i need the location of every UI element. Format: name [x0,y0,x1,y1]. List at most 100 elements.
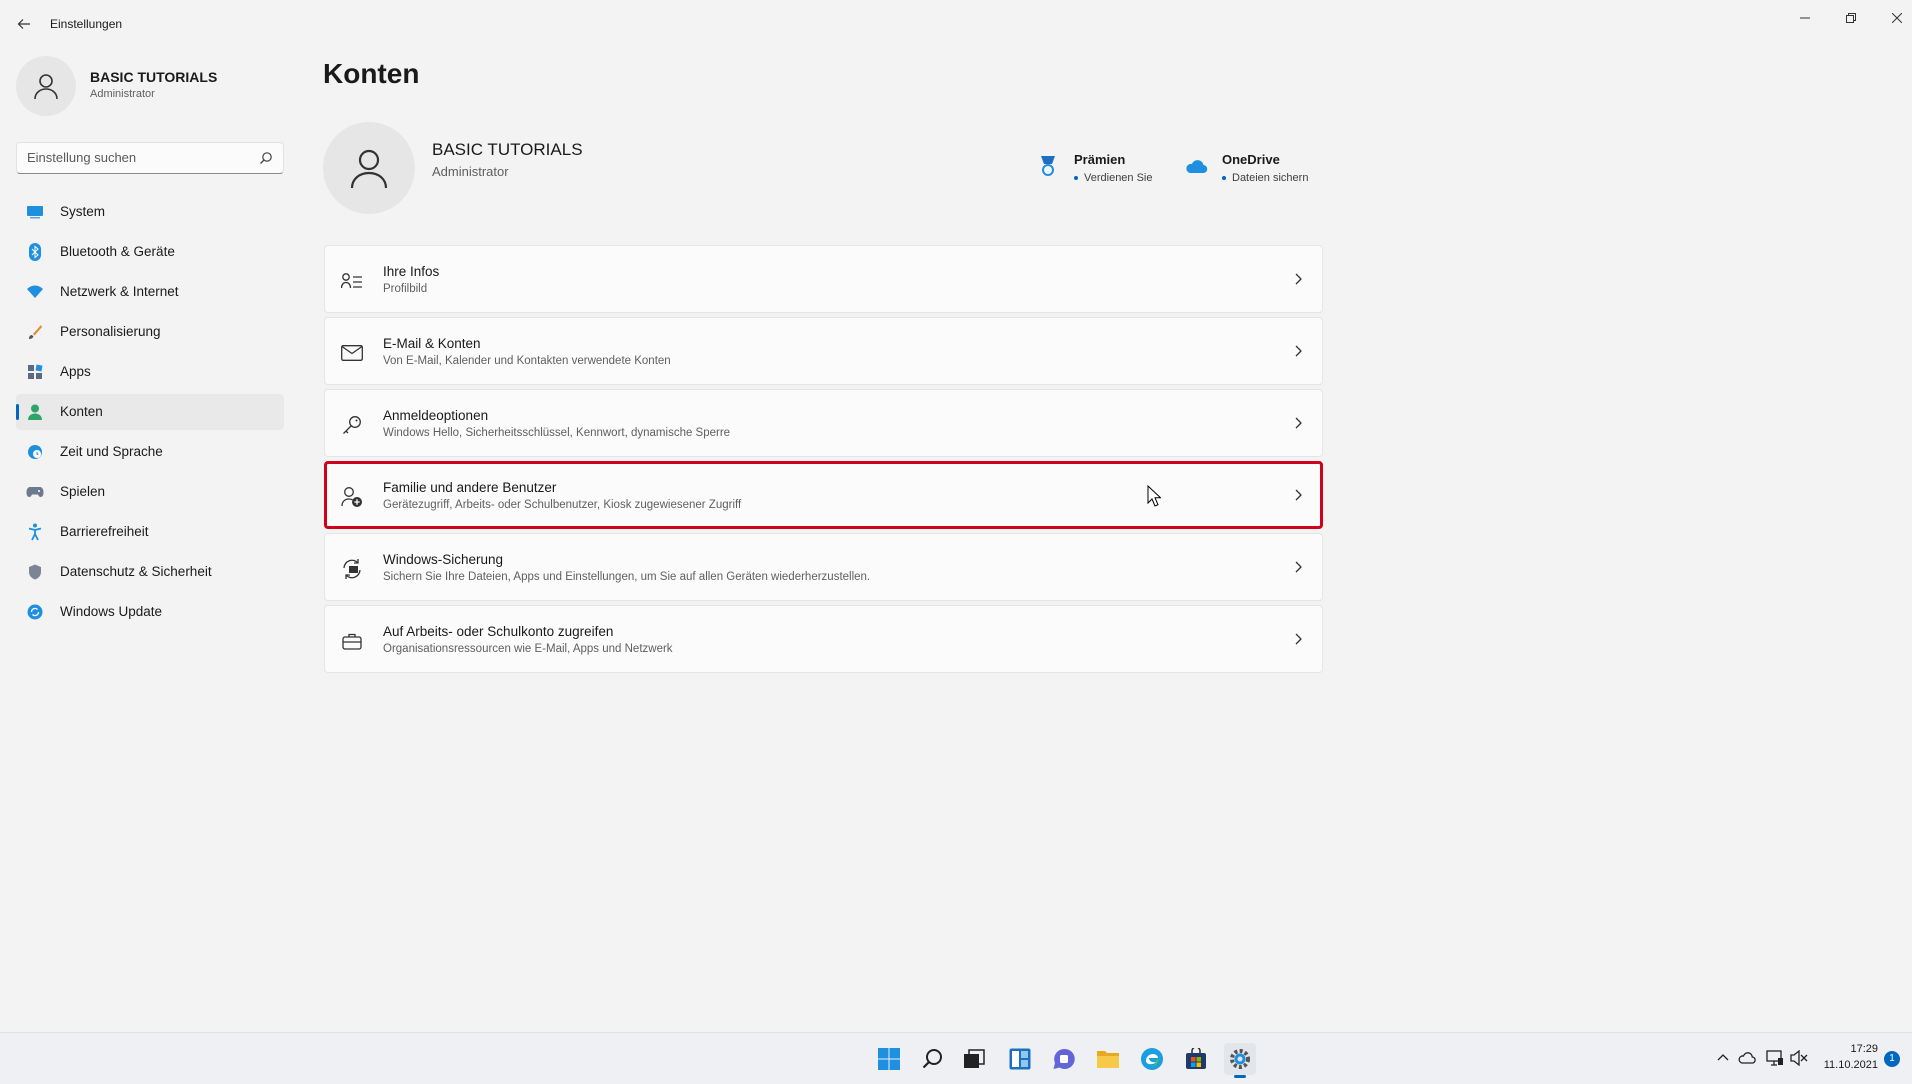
chevron-right-icon [1295,345,1302,357]
sidebar-item-network[interactable]: Netzwerk & Internet [16,274,284,310]
person-add-icon [341,486,363,508]
sidebar-item-time-language[interactable]: Zeit und Sprache [16,434,284,470]
search-box[interactable] [16,142,284,174]
task-view-button[interactable] [958,1043,990,1075]
minimize-icon [1800,17,1810,19]
taskbar: 17:29 11.10.2021 1 [0,1032,1912,1084]
taskbar-clock[interactable]: 17:29 11.10.2021 [1808,1041,1878,1073]
sidebar-item-label: Zeit und Sprache [60,444,163,459]
onedrive-title: OneDrive [1222,152,1280,167]
row-title: Anmeldeoptionen [383,408,489,423]
profile-name: BASIC TUTORIALS [90,69,218,85]
search-icon [922,1049,942,1069]
row-subtitle: Sichern Sie Ihre Dateien, Apps und Einst… [383,571,871,583]
row-windows-backup[interactable]: Windows-Sicherung Sichern Sie Ihre Datei… [324,533,1323,601]
tray-overflow-button[interactable] [1714,1049,1732,1067]
update-icon [26,603,44,621]
gamepad-icon [26,483,44,501]
start-button[interactable] [873,1043,905,1075]
widgets-icon [1009,1048,1031,1070]
widgets-button[interactable] [1004,1043,1036,1075]
app-title: Einstellungen [50,17,123,31]
row-subtitle: Gerätezugriff, Arbeits- oder Schulbenutz… [383,499,742,511]
sidebar-item-windows-update[interactable]: Windows Update [16,594,284,630]
row-title: Familie und andere Benutzer [383,480,557,495]
row-title: Auf Arbeits- oder Schulkonto zugreifen [383,624,614,639]
title-bar: Einstellungen [0,0,1912,48]
minimize-button[interactable] [1782,4,1828,32]
row-title: Windows-Sicherung [383,552,504,567]
taskbar-search-button[interactable] [917,1043,949,1075]
accessibility-icon [26,523,44,541]
notification-badge[interactable]: 1 [1884,1051,1900,1067]
sidebar-profile[interactable]: BASIC TUTORIALS Administrator [16,56,286,120]
restore-icon [1846,13,1856,23]
sidebar-item-apps[interactable]: Apps [16,354,284,390]
sidebar-item-bluetooth[interactable]: Bluetooth & Geräte [16,234,284,270]
sidebar-item-label: Datenschutz & Sicherheit [60,564,212,579]
sidebar-nav: System Bluetooth & Geräte Netzwerk & Int… [16,194,284,634]
row-work-school-account[interactable]: Auf Arbeits- oder Schulkonto zugreifen O… [324,605,1323,673]
onedrive-subtitle: Dateien sichern [1222,172,1308,184]
search-icon[interactable] [259,151,273,165]
chevron-right-icon [1295,633,1302,645]
sidebar-item-gaming[interactable]: Spielen [16,474,284,510]
store-icon [1186,1048,1206,1069]
chat-icon [1053,1048,1075,1069]
chevron-right-icon [1295,489,1302,501]
briefcase-icon [341,630,363,652]
search-input[interactable] [27,150,247,165]
sidebar-item-privacy[interactable]: Datenschutz & Sicherheit [16,554,284,590]
sidebar-item-system[interactable]: System [16,194,284,230]
key-icon [341,414,363,436]
profile-role: Administrator [90,88,155,100]
person-icon [26,403,44,421]
system-icon [26,203,44,221]
apps-icon [26,363,44,381]
person-icon [34,74,58,100]
row-sign-in-options[interactable]: Anmeldeoptionen Windows Hello, Sicherhei… [324,389,1323,457]
person-info-icon [341,270,363,292]
account-profile: BASIC TUTORIALS Administrator [323,122,1323,218]
network-icon [1766,1050,1783,1066]
store-button[interactable] [1180,1043,1212,1075]
edge-icon [1141,1048,1163,1070]
sidebar-item-personalization[interactable]: Personalisierung [16,314,284,350]
chevron-right-icon [1295,417,1302,429]
sidebar-item-label: Konten [60,404,103,419]
onedrive-link[interactable]: OneDrive Dateien sichern [1184,148,1324,192]
edge-button[interactable] [1136,1043,1168,1075]
restore-button[interactable] [1828,4,1874,32]
sidebar-item-label: Netzwerk & Internet [60,284,179,299]
settings-app-button[interactable] [1224,1043,1256,1078]
avatar [16,56,76,116]
file-explorer-button[interactable] [1092,1043,1124,1075]
clock-time: 17:29 [1850,1043,1878,1055]
avatar[interactable] [323,122,415,214]
rewards-icon [1041,156,1055,176]
sidebar-item-label: Spielen [60,484,106,499]
rewards-link[interactable]: Prämien Verdienen Sie [1036,148,1166,192]
row-email-accounts[interactable]: E-Mail & Konten Von E-Mail, Kalender und… [324,317,1323,385]
sidebar-item-label: Barrierefreiheit [60,524,149,539]
sidebar-item-label: Apps [60,364,91,379]
tray-network[interactable] [1766,1049,1784,1067]
sidebar-item-accessibility[interactable]: Barrierefreiheit [16,514,284,550]
tray-volume[interactable] [1790,1049,1808,1067]
row-title: Ihre Infos [383,264,440,279]
task-view-icon [964,1049,985,1068]
tray-onedrive[interactable] [1738,1049,1756,1067]
page-title: Konten [323,58,420,89]
clock-date: 11.10.2021 [1823,1059,1878,1071]
row-subtitle: Von E-Mail, Kalender und Kontakten verwe… [383,355,671,367]
row-family-users[interactable]: Familie und andere Benutzer Gerätezugrif… [324,461,1323,529]
row-subtitle: Organisationsressourcen wie E-Mail, Apps… [383,643,673,655]
chevron-up-icon [1717,1054,1729,1061]
row-ihre-infos[interactable]: Ihre Infos Profilbild [324,245,1323,313]
chat-button[interactable] [1048,1043,1080,1075]
back-button[interactable] [12,12,36,36]
bluetooth-icon [26,243,44,261]
globe-clock-icon [26,443,44,461]
sidebar-item-konten[interactable]: Konten [16,394,284,430]
close-button[interactable] [1874,4,1912,32]
